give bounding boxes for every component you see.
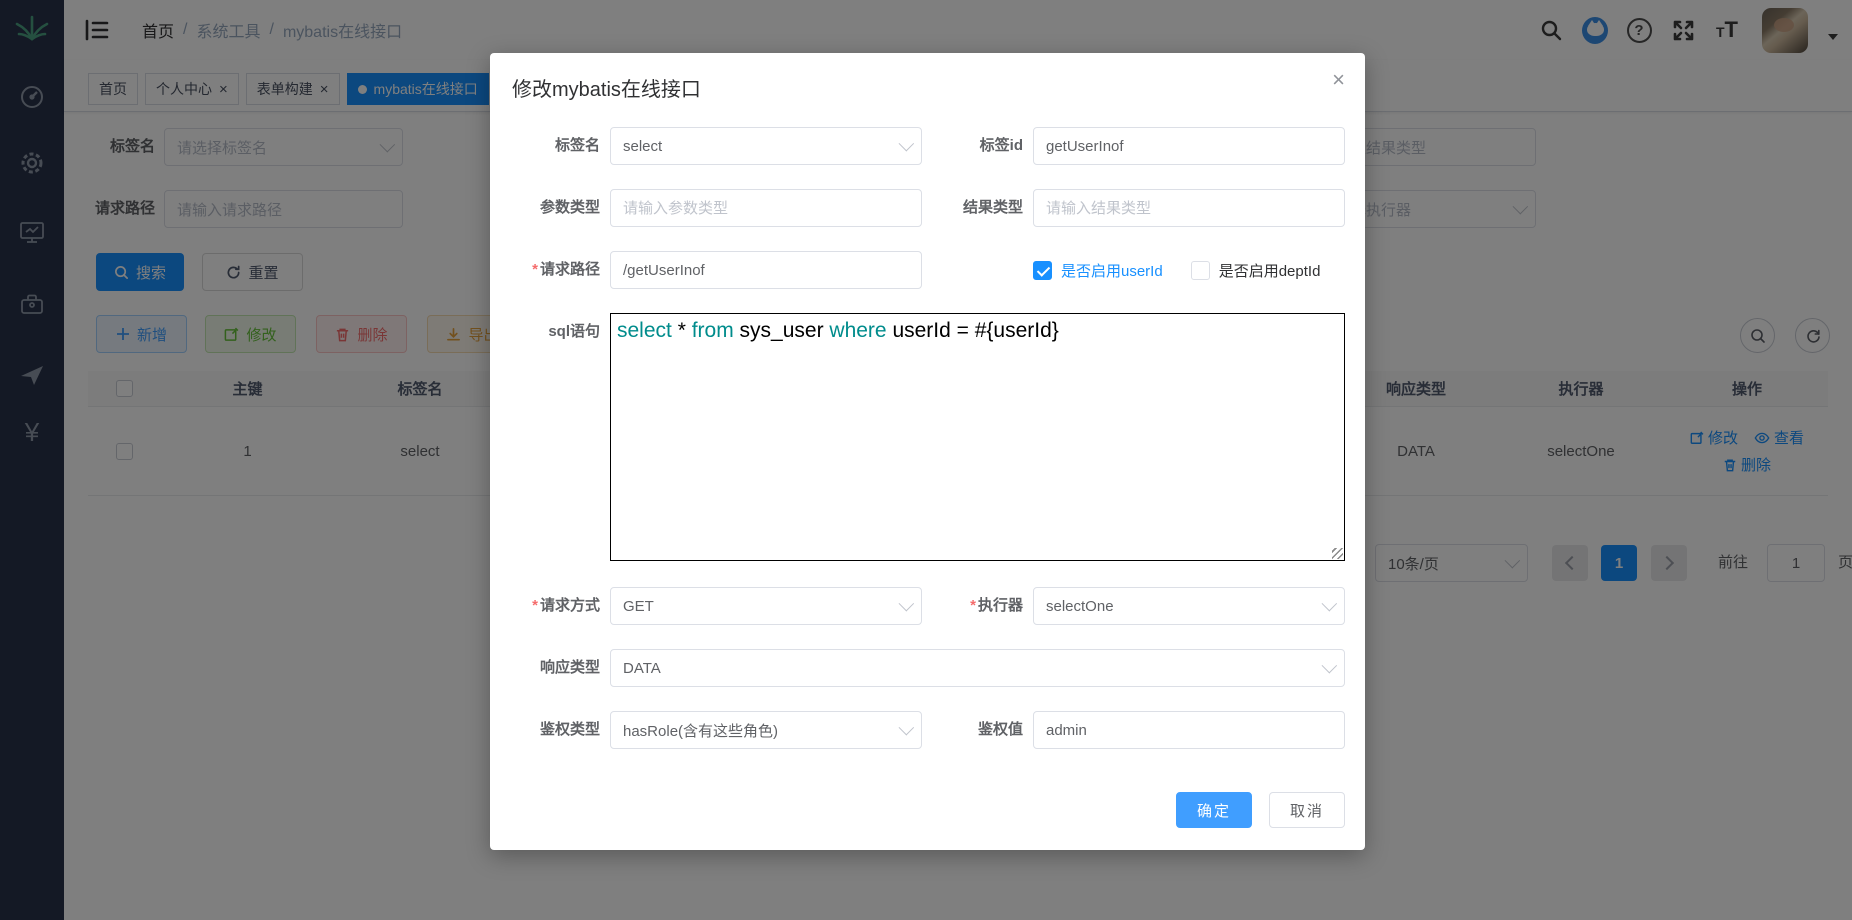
sql-label: sql语句 bbox=[510, 313, 600, 561]
confirm-button[interactable]: 确定 bbox=[1176, 792, 1252, 828]
tag-id-input-field[interactable] bbox=[1046, 138, 1332, 155]
tag-name-label: 标签名 bbox=[510, 127, 600, 165]
resp-type-select[interactable]: DATA bbox=[610, 649, 1345, 687]
auth-value-input[interactable] bbox=[1033, 711, 1345, 749]
sql-code: select * from sys_user where userId = #{… bbox=[617, 319, 1059, 342]
checkbox-unchecked-icon bbox=[1191, 261, 1210, 280]
auth-type-label: 鉴权类型 bbox=[510, 711, 600, 749]
result-type-label: 结果类型 bbox=[922, 189, 1023, 227]
enable-checkboxes: 是否启用userId 是否启用deptId bbox=[1033, 251, 1320, 289]
sql-editor[interactable]: select * from sys_user where userId = #{… bbox=[610, 313, 1345, 561]
chevron-down-icon bbox=[1322, 595, 1338, 611]
chevron-down-icon bbox=[899, 595, 915, 611]
param-type-input[interactable] bbox=[610, 189, 922, 227]
param-type-label: 参数类型 bbox=[510, 189, 600, 227]
result-type-input-field[interactable] bbox=[1046, 200, 1332, 217]
path-input-field[interactable] bbox=[623, 262, 909, 279]
tag-id-label: 标签id bbox=[922, 127, 1023, 165]
path-label: *请求路径 bbox=[510, 251, 600, 289]
param-type-input-field[interactable] bbox=[623, 200, 909, 217]
executor-label: *执行器 bbox=[922, 587, 1023, 625]
chevron-down-icon bbox=[1322, 657, 1338, 673]
screen: ¥ 首页 / 系统工具 / mybatis在线接口 bbox=[0, 0, 1852, 920]
chevron-down-icon bbox=[899, 719, 915, 735]
auth-value-label: 鉴权值 bbox=[922, 711, 1023, 749]
method-select[interactable]: GET bbox=[610, 587, 922, 625]
chevron-down-icon bbox=[899, 135, 915, 151]
checkbox-checked-icon bbox=[1033, 261, 1052, 280]
cancel-button[interactable]: 取消 bbox=[1269, 792, 1345, 828]
dialog-title: 修改mybatis在线接口 bbox=[512, 73, 701, 102]
method-label: *请求方式 bbox=[510, 587, 600, 625]
executor-select[interactable]: selectOne bbox=[1033, 587, 1345, 625]
resize-handle-icon[interactable] bbox=[1332, 548, 1343, 559]
edit-mybatis-dialog: 修改mybatis在线接口 × 标签名 select 标签id 参数类型 bbox=[490, 53, 1365, 850]
close-icon[interactable]: × bbox=[1332, 69, 1345, 91]
path-input[interactable] bbox=[610, 251, 922, 289]
resp-type-label: 响应类型 bbox=[510, 649, 600, 687]
enable-deptid-checkbox[interactable]: 是否启用deptId bbox=[1191, 260, 1321, 281]
auth-value-input-field[interactable] bbox=[1046, 722, 1332, 739]
tag-id-input[interactable] bbox=[1033, 127, 1345, 165]
result-type-input[interactable] bbox=[1033, 189, 1345, 227]
tag-name-select[interactable]: select bbox=[610, 127, 922, 165]
auth-type-select[interactable]: hasRole(含有这些角色) bbox=[610, 711, 922, 749]
enable-userid-checkbox[interactable]: 是否启用userId bbox=[1033, 260, 1163, 281]
